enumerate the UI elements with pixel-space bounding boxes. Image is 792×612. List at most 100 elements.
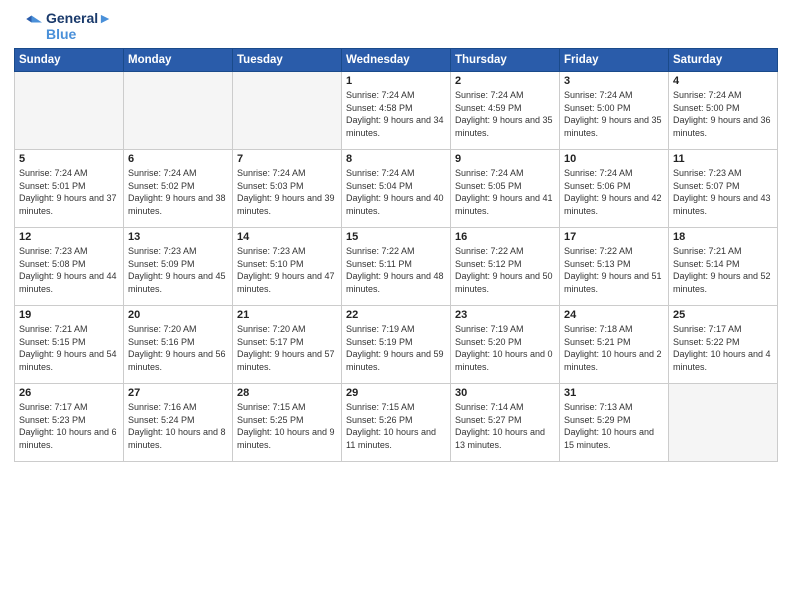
week-row-2: 5Sunrise: 7:24 AMSunset: 5:01 PMDaylight… [15, 150, 778, 228]
calendar-cell: 23 Sunrise: 7:19 AMSunset: 5:20 PMDayligh… [451, 306, 560, 384]
cell-info: Sunrise: 7:21 AMSunset: 5:14 PMDaylight:… [673, 245, 773, 295]
cell-info: Sunrise: 7:24 AMSunset: 5:01 PMDaylight:… [19, 167, 119, 217]
cell-info: Sunrise: 7:23 AMSunset: 5:09 PMDaylight:… [128, 245, 228, 295]
cell-info: Sunrise: 7:19 AMSunset: 5:20 PMDaylight:… [455, 323, 555, 373]
calendar-cell: 13 Sunrise: 7:23 AMSunset: 5:09 PMDayligh… [124, 228, 233, 306]
cell-info: Sunrise: 7:24 AMSunset: 4:58 PMDaylight:… [346, 89, 446, 139]
logo-icon [14, 12, 42, 40]
day-number: 8 [346, 153, 446, 165]
cell-info: Sunrise: 7:23 AMSunset: 5:07 PMDaylight:… [673, 167, 773, 217]
cell-info: Sunrise: 7:15 AMSunset: 5:25 PMDaylight:… [237, 401, 337, 451]
cell-info: Sunrise: 7:22 AMSunset: 5:12 PMDaylight:… [455, 245, 555, 295]
calendar-cell: 8 Sunrise: 7:24 AMSunset: 5:04 PMDaylight… [342, 150, 451, 228]
day-number: 20 [128, 309, 228, 321]
calendar-cell: 26Sunrise: 7:17 AMSunset: 5:23 PMDayligh… [15, 384, 124, 462]
calendar-cell: 3Sunrise: 7:24 AMSunset: 5:00 PMDaylight… [560, 72, 669, 150]
calendar-cell: 9 Sunrise: 7:24 AMSunset: 5:05 PMDaylight… [451, 150, 560, 228]
day-number: 19 [19, 309, 119, 321]
day-number: 13 [128, 231, 228, 243]
calendar-cell: 16Sunrise: 7:22 AMSunset: 5:12 PMDayligh… [451, 228, 560, 306]
calendar-cell: 22 Sunrise: 7:19 AMSunset: 5:19 PMDayligh… [342, 306, 451, 384]
calendar-cell: 20 Sunrise: 7:20 AMSunset: 5:16 PMDayligh… [124, 306, 233, 384]
day-number: 30 [455, 387, 555, 399]
cell-info: Sunrise: 7:24 AMSunset: 5:03 PMDaylight:… [237, 167, 337, 217]
calendar-cell: 27 Sunrise: 7:16 AMSunset: 5:24 PMDayligh… [124, 384, 233, 462]
calendar-cell [15, 72, 124, 150]
day-number: 21 [237, 309, 337, 321]
day-number: 29 [346, 387, 446, 399]
calendar-cell: 5Sunrise: 7:24 AMSunset: 5:01 PMDaylight… [15, 150, 124, 228]
day-number: 26 [19, 387, 119, 399]
calendar-cell: 31Sunrise: 7:13 AMSunset: 5:29 PMDayligh… [560, 384, 669, 462]
weekday-header-row: SundayMondayTuesdayWednesdayThursdayFrid… [15, 49, 778, 72]
weekday-header-monday: Monday [124, 49, 233, 72]
week-row-5: 26Sunrise: 7:17 AMSunset: 5:23 PMDayligh… [15, 384, 778, 462]
week-row-1: 1 Sunrise: 7:24 AMSunset: 4:58 PMDaylight… [15, 72, 778, 150]
calendar-cell: 19 Sunrise: 7:21 AMSunset: 5:15 PMDayligh… [15, 306, 124, 384]
day-number: 14 [237, 231, 337, 243]
header: General► Blue [14, 10, 778, 42]
day-number: 28 [237, 387, 337, 399]
day-number: 10 [564, 153, 664, 165]
weekday-header-sunday: Sunday [15, 49, 124, 72]
day-number: 25 [673, 309, 773, 321]
day-number: 2 [455, 75, 555, 87]
logo-text: General► Blue [46, 10, 112, 42]
week-row-4: 19 Sunrise: 7:21 AMSunset: 5:15 PMDayligh… [15, 306, 778, 384]
calendar-cell [124, 72, 233, 150]
calendar-table: SundayMondayTuesdayWednesdayThursdayFrid… [14, 48, 778, 462]
calendar-cell: 24 Sunrise: 7:18 AMSunset: 5:21 PMDayligh… [560, 306, 669, 384]
day-number: 23 [455, 309, 555, 321]
cell-info: Sunrise: 7:16 AMSunset: 5:24 PMDaylight:… [128, 401, 228, 451]
cell-info: Sunrise: 7:18 AMSunset: 5:21 PMDaylight:… [564, 323, 664, 373]
cell-info: Sunrise: 7:13 AMSunset: 5:29 PMDaylight:… [564, 401, 664, 451]
cell-info: Sunrise: 7:19 AMSunset: 5:19 PMDaylight:… [346, 323, 446, 373]
day-number: 15 [346, 231, 446, 243]
calendar-cell: 6 Sunrise: 7:24 AMSunset: 5:02 PMDaylight… [124, 150, 233, 228]
cell-info: Sunrise: 7:14 AMSunset: 5:27 PMDaylight:… [455, 401, 555, 451]
cell-info: Sunrise: 7:21 AMSunset: 5:15 PMDaylight:… [19, 323, 119, 373]
cell-info: Sunrise: 7:22 AMSunset: 5:13 PMDaylight:… [564, 245, 664, 295]
calendar-cell: 17 Sunrise: 7:22 AMSunset: 5:13 PMDayligh… [560, 228, 669, 306]
weekday-header-friday: Friday [560, 49, 669, 72]
day-number: 4 [673, 75, 773, 87]
calendar-cell [669, 384, 778, 462]
day-number: 11 [673, 153, 773, 165]
cell-info: Sunrise: 7:24 AMSunset: 5:04 PMDaylight:… [346, 167, 446, 217]
calendar-cell: 7Sunrise: 7:24 AMSunset: 5:03 PMDaylight… [233, 150, 342, 228]
week-row-3: 12Sunrise: 7:23 AMSunset: 5:08 PMDayligh… [15, 228, 778, 306]
day-number: 12 [19, 231, 119, 243]
calendar-cell: 4 Sunrise: 7:24 AMSunset: 5:00 PMDaylight… [669, 72, 778, 150]
cell-info: Sunrise: 7:24 AMSunset: 5:00 PMDaylight:… [673, 89, 773, 139]
calendar-cell: 2 Sunrise: 7:24 AMSunset: 4:59 PMDaylight… [451, 72, 560, 150]
weekday-header-wednesday: Wednesday [342, 49, 451, 72]
calendar-cell: 30 Sunrise: 7:14 AMSunset: 5:27 PMDayligh… [451, 384, 560, 462]
day-number: 18 [673, 231, 773, 243]
day-number: 9 [455, 153, 555, 165]
calendar-cell: 11 Sunrise: 7:23 AMSunset: 5:07 PMDayligh… [669, 150, 778, 228]
day-number: 6 [128, 153, 228, 165]
page: General► Blue SundayMondayTuesdayWednesd… [0, 0, 792, 612]
cell-info: Sunrise: 7:23 AMSunset: 5:10 PMDaylight:… [237, 245, 337, 295]
cell-info: Sunrise: 7:24 AMSunset: 5:02 PMDaylight:… [128, 167, 228, 217]
calendar-cell: 15Sunrise: 7:22 AMSunset: 5:11 PMDayligh… [342, 228, 451, 306]
cell-info: Sunrise: 7:24 AMSunset: 4:59 PMDaylight:… [455, 89, 555, 139]
cell-info: Sunrise: 7:24 AMSunset: 5:00 PMDaylight:… [564, 89, 664, 139]
weekday-header-saturday: Saturday [669, 49, 778, 72]
day-number: 22 [346, 309, 446, 321]
cell-info: Sunrise: 7:24 AMSunset: 5:05 PMDaylight:… [455, 167, 555, 217]
calendar-cell: 28 Sunrise: 7:15 AMSunset: 5:25 PMDayligh… [233, 384, 342, 462]
calendar-cell: 18 Sunrise: 7:21 AMSunset: 5:14 PMDayligh… [669, 228, 778, 306]
cell-info: Sunrise: 7:24 AMSunset: 5:06 PMDaylight:… [564, 167, 664, 217]
calendar-cell: 10 Sunrise: 7:24 AMSunset: 5:06 PMDayligh… [560, 150, 669, 228]
calendar-cell: 1 Sunrise: 7:24 AMSunset: 4:58 PMDaylight… [342, 72, 451, 150]
day-number: 1 [346, 75, 446, 87]
calendar-cell: 25Sunrise: 7:17 AMSunset: 5:22 PMDayligh… [669, 306, 778, 384]
day-number: 24 [564, 309, 664, 321]
calendar-cell: 14 Sunrise: 7:23 AMSunset: 5:10 PMDayligh… [233, 228, 342, 306]
weekday-header-tuesday: Tuesday [233, 49, 342, 72]
day-number: 27 [128, 387, 228, 399]
cell-info: Sunrise: 7:20 AMSunset: 5:17 PMDaylight:… [237, 323, 337, 373]
cell-info: Sunrise: 7:20 AMSunset: 5:16 PMDaylight:… [128, 323, 228, 373]
day-number: 17 [564, 231, 664, 243]
